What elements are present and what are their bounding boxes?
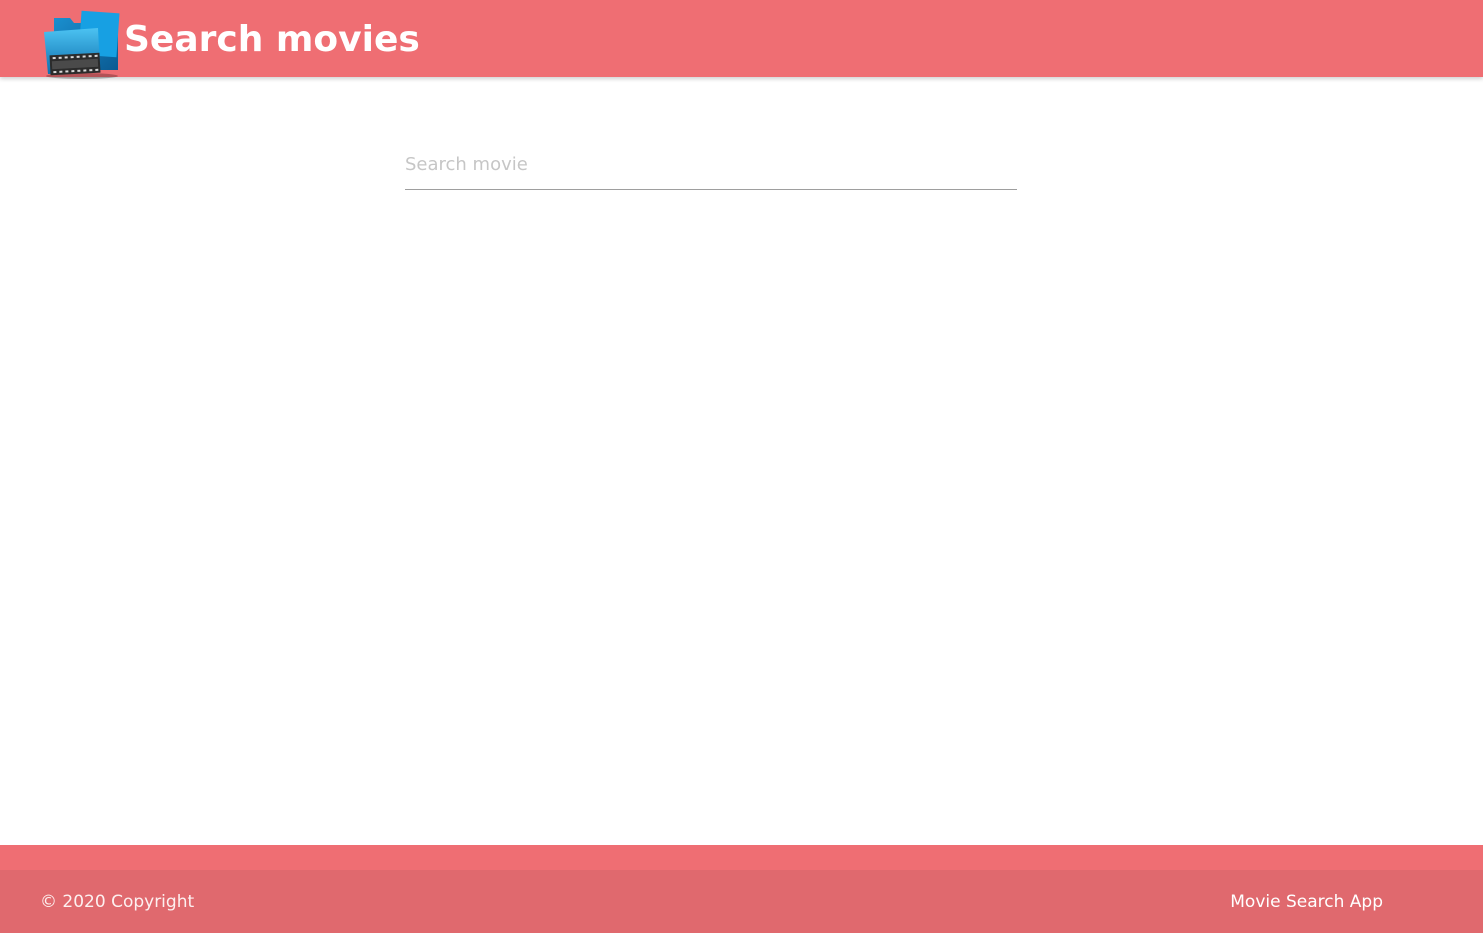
page-title: Search movies xyxy=(124,19,420,60)
search-input[interactable] xyxy=(405,140,1017,190)
top-navbar: Search movies xyxy=(0,0,1483,80)
page: Search movies © 2020 Copyright Movie Sea… xyxy=(0,0,1483,933)
brand-link[interactable]: Search movies xyxy=(40,10,420,80)
movie-folder-icon xyxy=(44,10,120,79)
search-field xyxy=(405,140,1017,191)
copyright-text: © 2020 Copyright xyxy=(40,892,195,912)
footer-app-link[interactable]: Movie Search App xyxy=(1230,891,1383,913)
page-footer: © 2020 Copyright Movie Search App xyxy=(0,845,1483,933)
footer-copyright-bar: © 2020 Copyright Movie Search App xyxy=(0,870,1483,933)
